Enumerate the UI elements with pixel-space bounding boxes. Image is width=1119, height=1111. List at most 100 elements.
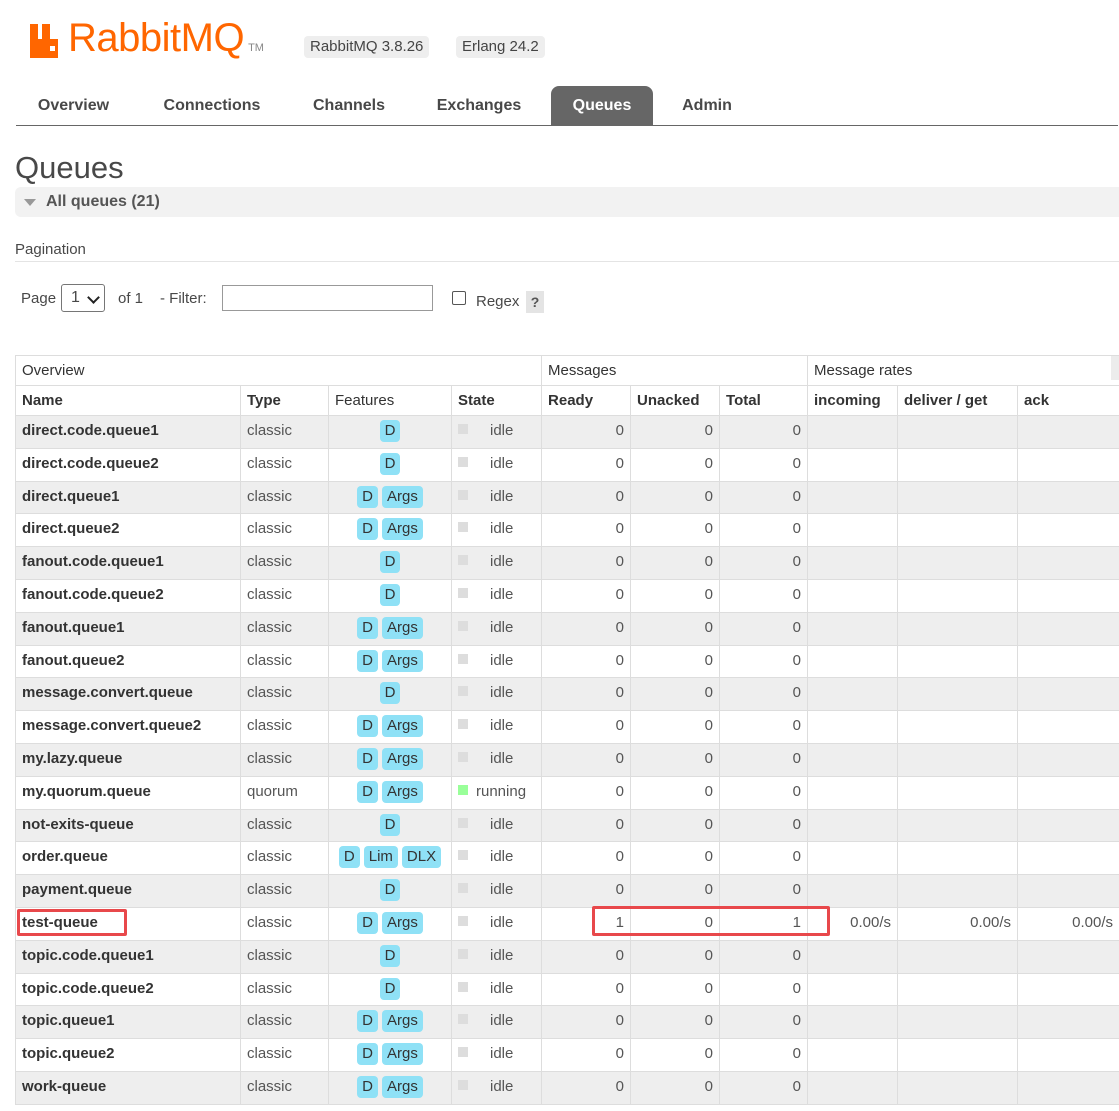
queue-name-link[interactable]: message.convert.queue2 <box>15 710 241 744</box>
queue-type: classic <box>240 415 329 449</box>
state-indicator-icon <box>458 424 468 435</box>
table-row: message.convert.queue classic Didle 0 0 0 <box>15 677 1119 712</box>
queue-features: D <box>328 874 452 908</box>
queue-name-link[interactable]: work-queue <box>15 1070 241 1105</box>
messages-unacked: 0 <box>630 578 721 613</box>
column-header-incoming[interactable]: incoming <box>807 385 899 416</box>
rate-ack <box>1017 480 1119 515</box>
queue-name-link[interactable]: topic.queue2 <box>15 1038 241 1072</box>
column-header-total[interactable]: Total <box>719 385 809 416</box>
tab-connections[interactable]: Connections <box>148 86 276 125</box>
feature-badge: D <box>379 977 401 1000</box>
queue-name-link[interactable]: fanout.queue1 <box>15 611 241 646</box>
regex-checkbox[interactable] <box>452 291 466 305</box>
feature-badge: Args <box>382 747 423 770</box>
feature-badge: D <box>379 452 401 475</box>
queue-type: classic <box>240 513 329 548</box>
rate-incoming <box>807 1038 899 1072</box>
messages-unacked: 0 <box>630 415 721 449</box>
tab-exchanges[interactable]: Exchanges <box>424 86 534 125</box>
rate-deliver-get <box>897 513 1019 548</box>
queues-table-body: direct.code.queue1 classic Didle 0 0 0 direct.… <box>15 415 1119 1105</box>
queue-state: idle <box>450 1070 543 1105</box>
queue-name-link[interactable]: not-exits-queue <box>15 808 241 843</box>
state-label: idle <box>490 1045 514 1063</box>
messages-unacked: 0 <box>630 874 721 908</box>
rate-deliver-get <box>897 939 1019 974</box>
queue-name-link[interactable]: my.quorum.queue <box>15 775 241 810</box>
state-label: idle <box>490 585 514 603</box>
queue-type: quorum <box>240 775 329 810</box>
rate-incoming <box>807 939 899 974</box>
state-label: idle <box>490 946 514 964</box>
messages-unacked: 0 <box>630 742 721 777</box>
column-header-deliver-get[interactable]: deliver / get <box>897 385 1019 416</box>
messages-ready: 0 <box>541 480 632 515</box>
table-row: topic.queue2 classic D Args idle 0 0 0 <box>15 1038 1119 1072</box>
feature-badge: D <box>357 485 378 508</box>
queue-state: idle <box>450 480 543 515</box>
queue-name-link[interactable]: fanout.code.queue2 <box>15 578 241 613</box>
all-queues-section-toggle[interactable]: All queues (21) <box>15 187 1119 217</box>
column-header-ack[interactable]: ack <box>1017 385 1119 416</box>
tab-queues[interactable]: Queues <box>551 86 653 125</box>
feature-badge: D <box>379 551 401 574</box>
feature-badge: D <box>379 813 401 836</box>
table-row: fanout.code.queue1 classic Didle 0 0 0 <box>15 546 1119 580</box>
rate-incoming <box>807 742 899 777</box>
feature-badge: D <box>338 846 360 869</box>
queue-features: D Lim DLX <box>328 841 452 876</box>
feature-badge: Args <box>382 715 423 738</box>
queue-name-link[interactable]: order.queue <box>15 841 241 876</box>
queue-type: classic <box>240 480 329 515</box>
logo-wordmark: RabbitMQ <box>68 16 245 60</box>
column-header-type[interactable]: Type <box>240 385 329 416</box>
column-header-name[interactable]: Name <box>15 385 241 416</box>
column-header-state[interactable]: State <box>450 385 543 416</box>
queue-state: idle <box>450 710 543 744</box>
group-header-message-rates: Message rates <box>807 355 1119 386</box>
queue-name-link[interactable]: topic.code.queue2 <box>15 972 241 1007</box>
tab-admin[interactable]: Admin <box>670 86 744 125</box>
queue-features: D <box>328 415 452 449</box>
column-header-unacked[interactable]: Unacked <box>630 385 721 416</box>
rate-incoming <box>807 480 899 515</box>
messages-ready: 0 <box>541 939 632 974</box>
rate-deliver-get <box>897 874 1019 908</box>
queue-name-link[interactable]: direct.code.queue2 <box>15 447 241 482</box>
state-indicator-icon <box>458 817 468 828</box>
queue-name-link[interactable]: fanout.queue2 <box>15 644 241 679</box>
queue-name-link[interactable]: message.convert.queue <box>15 677 241 712</box>
rate-ack <box>1017 513 1119 548</box>
queue-features: D Args <box>328 742 452 777</box>
page-select[interactable]: 1 <box>61 284 105 312</box>
messages-unacked: 0 <box>630 513 721 548</box>
queue-name-link[interactable]: fanout.code.queue1 <box>15 546 241 580</box>
queue-state: idle <box>450 513 543 548</box>
queue-name-link[interactable]: topic.code.queue1 <box>15 939 241 974</box>
queue-state: idle <box>450 906 543 941</box>
queue-features: D Args <box>328 1038 452 1072</box>
queue-name-link[interactable]: topic.queue1 <box>15 1005 241 1040</box>
rabbitmq-logo[interactable]: RabbitMQ TM <box>30 14 264 58</box>
tab-overview[interactable]: Overview <box>16 86 131 125</box>
regex-help-button[interactable]: ? <box>526 291 544 313</box>
queue-features: D <box>328 546 452 580</box>
state-indicator-icon <box>458 620 468 631</box>
messages-total: 0 <box>719 841 809 876</box>
queue-name-link[interactable]: direct.code.queue1 <box>15 415 241 449</box>
queue-name-link[interactable]: payment.queue <box>15 874 241 908</box>
queue-name-link[interactable]: direct.queue1 <box>15 480 241 515</box>
rate-incoming <box>807 972 899 1007</box>
column-header-ready[interactable]: Ready <box>541 385 632 416</box>
queue-name-link[interactable]: direct.queue2 <box>15 513 241 548</box>
tab-channels[interactable]: Channels <box>299 86 399 125</box>
table-row: payment.queue classic Didle 0 0 0 <box>15 874 1119 908</box>
queue-type: classic <box>240 906 329 941</box>
messages-total: 0 <box>719 742 809 777</box>
state-indicator-icon <box>458 719 468 730</box>
erlang-version-badge: Erlang 24.2 <box>456 36 545 58</box>
queue-name-link[interactable]: my.lazy.queue <box>15 742 241 777</box>
filter-input[interactable] <box>222 285 433 311</box>
feature-badge: Args <box>382 518 423 541</box>
